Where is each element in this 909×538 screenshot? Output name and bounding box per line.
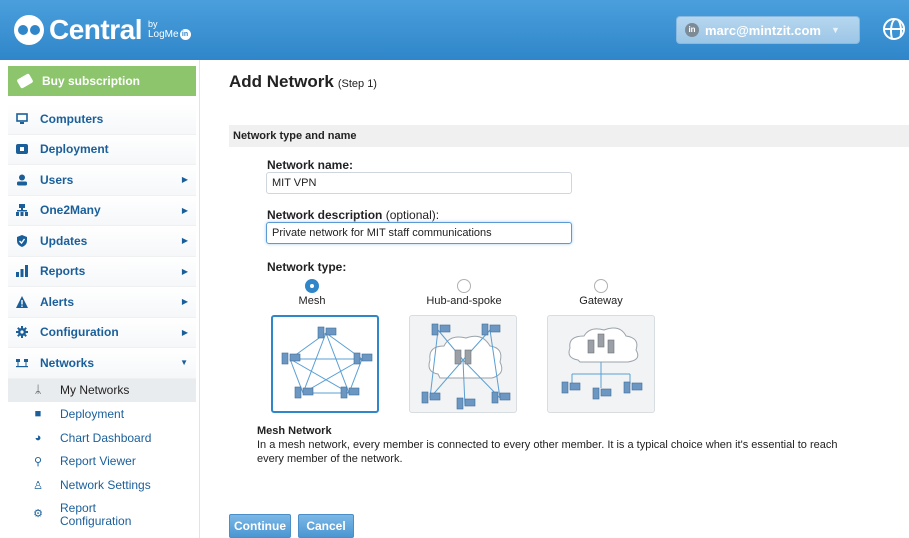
network-description-input[interactable] (266, 222, 572, 244)
mesh-radio[interactable] (305, 279, 319, 293)
hierarchy-icon: ᛦ (34, 384, 42, 397)
sidebar-item-users[interactable]: Users ▶ (8, 165, 196, 196)
network-name-label: Network name: (267, 158, 354, 172)
page-step: (Step 1) (337, 78, 377, 90)
logo-text: Central (49, 14, 142, 45)
network-description-label: Network description (optional): (267, 208, 439, 222)
account-email: marc@mintzit.com (705, 22, 821, 38)
gear-icon (16, 326, 28, 339)
sidebar-nav: Computers Deployment Users ▶ One2Many ▶ … (8, 104, 196, 533)
cancel-button[interactable]: Cancel (298, 514, 354, 538)
hub-and-spoke-label: Hub-and-spoke (426, 295, 502, 307)
sidebar-subitem-chart-dashboard[interactable]: ◕ Chart Dashboard (32, 426, 196, 450)
gateway-radio[interactable] (594, 279, 608, 293)
sidebar: Buy subscription Computers Deployment Us… (0, 60, 200, 538)
optional-hint: (optional): (385, 208, 440, 222)
sidebar-subitem-label: Report Viewer (60, 454, 136, 469)
chevron-right-icon: ▶ (181, 297, 188, 306)
mesh-diagram-icon (281, 326, 373, 399)
sidebar-subitem-my-networks[interactable]: ᛦ My Networks (8, 378, 196, 403)
warning-icon (16, 295, 28, 308)
sidebar-item-label: Deployment (40, 142, 109, 157)
top-bar: Central by LogMe in in marc@mintzit.com ▼ (0, 0, 909, 60)
globe-icon[interactable] (883, 18, 905, 40)
sidebar-item-reports[interactable]: Reports ▶ (8, 256, 196, 287)
monitor-icon (16, 113, 28, 125)
sidebar-item-label: Configuration (40, 325, 119, 340)
sidebar-item-label: Networks (40, 355, 95, 370)
chevron-right-icon: ▶ (181, 266, 188, 276)
page-title: Add Network (Step 1) (229, 72, 377, 92)
main-content: Add Network (Step 1) Network type and nam… (214, 60, 909, 538)
sidebar-item-label: Reports (40, 264, 86, 279)
pie-chart-icon: ◕ (34, 431, 42, 444)
continue-button[interactable]: Continue (229, 514, 291, 538)
buy-subscription-button[interactable]: Buy subscription (8, 66, 196, 96)
sidebar-item-updates[interactable]: Updates ▶ (8, 226, 196, 257)
logmein-icon: in (685, 23, 699, 37)
report-config-icon: ⚙ (33, 508, 43, 521)
chevron-right-icon: ▶ (181, 236, 188, 245)
report-viewer-icon: ⚲ (33, 455, 43, 468)
sidebar-subitem-label: Deployment (60, 407, 125, 422)
sidebar-subitem-report-viewer[interactable]: ⚲ Report Viewer (32, 450, 196, 474)
sidebar-item-alerts[interactable]: Alerts ▶ (8, 287, 196, 318)
central-logo[interactable]: Central by LogMe in (14, 12, 191, 48)
network-type-description: In a mesh network, every member is conne… (257, 439, 838, 465)
network-name-input[interactable] (266, 172, 572, 194)
network-description-label-text: Network description (267, 208, 383, 222)
sidebar-item-label: Computers (40, 111, 104, 126)
central-logo-icon (14, 15, 44, 45)
shield-icon (16, 234, 28, 247)
page-title-text: Add Network (229, 72, 334, 91)
chevron-right-icon: ▶ (181, 205, 188, 215)
settings-user-icon: ♙ (33, 479, 43, 492)
sidebar-item-label: Updates (40, 233, 88, 248)
sidebar-subitem-label: Report Configuration (60, 500, 132, 528)
deploy-icon (16, 143, 28, 155)
mesh-option-card[interactable] (271, 315, 379, 413)
logo-brand-text: LogMe (147, 29, 179, 40)
section-header: Network type and name (229, 125, 909, 147)
sidebar-subitem-network-settings[interactable]: ♙ Network Settings (32, 473, 196, 497)
tag-icon (16, 73, 34, 89)
chevron-down-icon: ▼ (180, 358, 188, 367)
user-icon (16, 174, 28, 186)
logo-by-text: by (147, 19, 158, 29)
bar-chart-icon (16, 265, 28, 278)
mesh-label: Mesh (298, 295, 326, 307)
sidebar-item-deployment[interactable]: Deployment (8, 134, 196, 165)
sidebar-subitem-deployment[interactable]: ■ Deployment (32, 402, 196, 426)
deploy-icon: ■ (34, 408, 42, 421)
sidebar-item-one2many[interactable]: One2Many ▶ (8, 195, 196, 226)
network-icon (16, 357, 28, 369)
network-type-label: Network type: (267, 260, 347, 274)
account-dropdown[interactable]: in marc@mintzit.com ▼ (676, 16, 860, 44)
sidebar-item-label: Users (40, 172, 74, 187)
hierarchy-icon (16, 204, 28, 217)
network-type-description-title: Mesh Network (257, 425, 332, 437)
buy-subscription-label: Buy subscription (42, 74, 141, 88)
sidebar-item-label: Alerts (40, 294, 75, 309)
sidebar-item-label: One2Many (40, 203, 101, 218)
sidebar-subitem-label: Network Settings (60, 478, 151, 493)
networks-submenu: ᛦ My Networks ■ Deployment ◕ Chart Dashb… (8, 378, 196, 533)
chevron-right-icon: ▶ (181, 327, 188, 337)
sidebar-subitem-label: My Networks (60, 383, 130, 398)
sidebar-item-computers[interactable]: Computers (8, 104, 196, 135)
chevron-right-icon: ▶ (181, 175, 188, 184)
logmein-byline: by LogMe in (148, 20, 191, 40)
chevron-down-icon: ▼ (830, 25, 840, 35)
sidebar-item-networks[interactable]: Networks ▼ (8, 348, 196, 379)
gateway-diagram-icon (561, 327, 643, 400)
hub-and-spoke-radio[interactable] (457, 279, 471, 293)
hub-and-spoke-option-card[interactable] (409, 315, 517, 413)
hub-and-spoke-diagram-icon (421, 323, 511, 410)
sidebar-item-configuration[interactable]: Configuration ▶ (8, 317, 196, 348)
gateway-option-card[interactable] (547, 315, 655, 413)
sidebar-subitem-report-configuration[interactable]: ⚙ Report Configuration (32, 497, 196, 533)
logo-brand-in: in (179, 29, 191, 40)
gateway-label: Gateway (579, 295, 623, 307)
sidebar-subitem-label: Chart Dashboard (60, 430, 152, 445)
